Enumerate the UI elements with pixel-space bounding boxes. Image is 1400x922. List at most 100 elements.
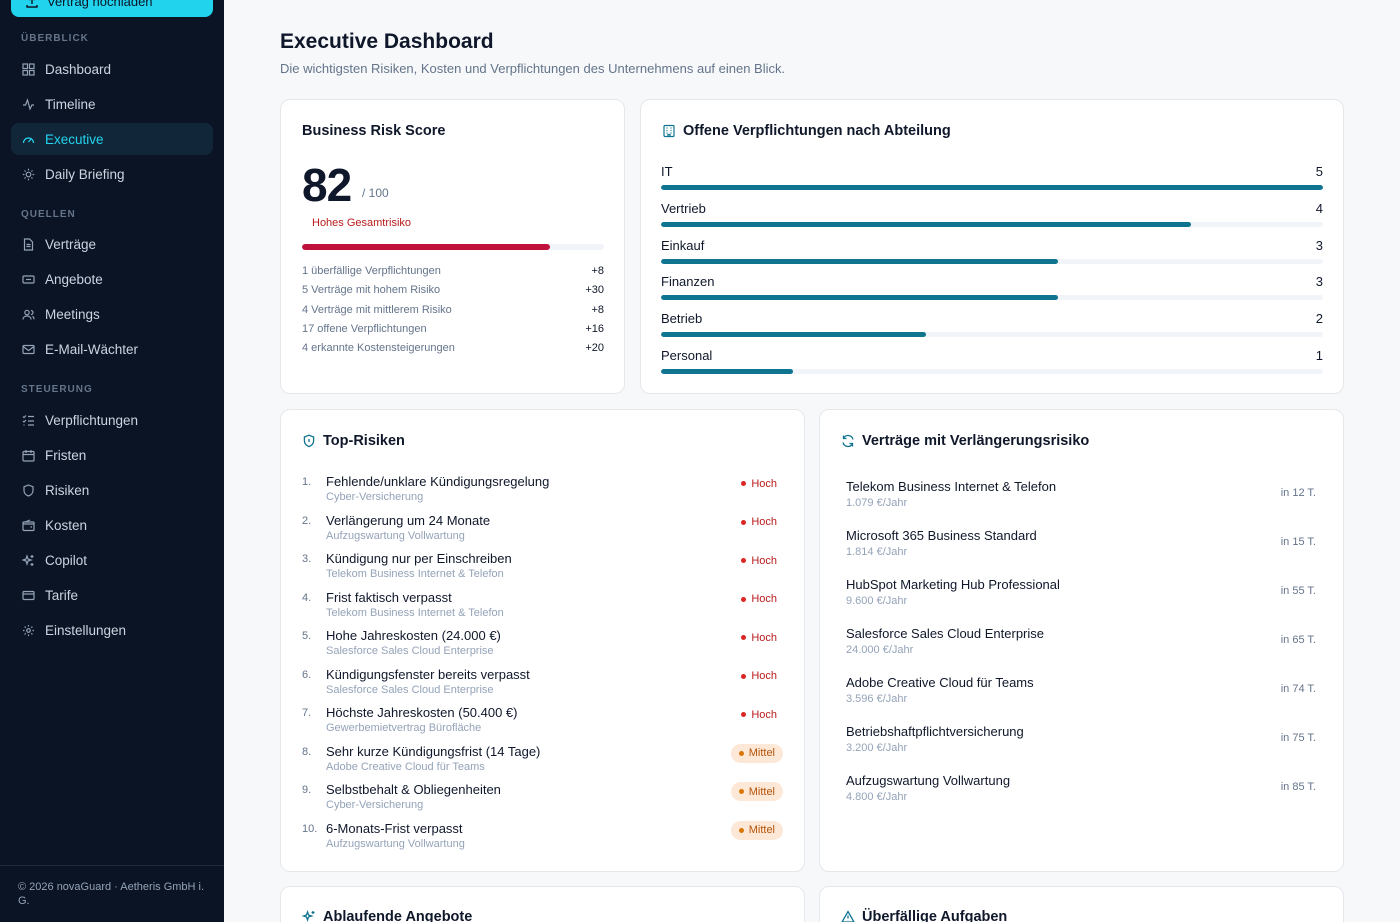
renewal-list-item[interactable]: Microsoft 365 Business Standard 1.814 €/J… bbox=[846, 528, 1316, 564]
sidebar-item-dashboard[interactable]: Dashboard bbox=[11, 53, 213, 85]
sidebar-item-angebote[interactable]: Angebote bbox=[11, 263, 213, 295]
risk-factor-value: +20 bbox=[585, 342, 604, 355]
renewal-list-item[interactable]: Adobe Creative Cloud für Teams 3.596 €/Ja… bbox=[846, 675, 1316, 711]
risk-factor-value: +16 bbox=[585, 322, 604, 335]
risk-list-item[interactable]: 9. Selbstbehalt & Obliegenheiten Cyber-Ver… bbox=[302, 782, 783, 816]
top-risks-title: Top-Risiken bbox=[323, 433, 405, 449]
renewal-list-item[interactable]: Salesforce Sales Cloud Enterprise 24.000 … bbox=[846, 626, 1316, 662]
department-bar-fill bbox=[661, 332, 926, 338]
risk-list-item[interactable]: 8. Sehr kurze Kündigungsfrist (14 Tage) Ad… bbox=[302, 743, 783, 778]
risk-contract: Telekom Business Internet & Telefon bbox=[326, 606, 504, 619]
department-header: Finanzen 3 bbox=[661, 274, 1323, 289]
department-bar bbox=[661, 369, 1323, 374]
renewal-list-item[interactable]: HubSpot Marketing Hub Professional 9.600 … bbox=[846, 577, 1316, 613]
severity-label: Hoch bbox=[751, 670, 777, 682]
sidebar-item-timeline[interactable]: Timeline bbox=[11, 88, 213, 120]
risk-list-item[interactable]: 6. Kündigungsfenster bereits verpasst Sale… bbox=[302, 666, 785, 701]
department-bar bbox=[661, 221, 1323, 227]
page-title: Executive Dashboard bbox=[280, 30, 494, 53]
risk-contract: Aufzugswartung Vollwartung bbox=[326, 837, 465, 850]
risk-contract: Gewerbemietvertrag Bürofläche bbox=[326, 722, 482, 734]
sidebar-item-meetings[interactable]: Meetings bbox=[11, 298, 213, 330]
expiring-offers-title: Ablaufende Angebote bbox=[323, 909, 473, 922]
sidebar-item-email-waechter[interactable]: E-Mail-Wächter bbox=[11, 333, 213, 365]
risk-score-value: 82 bbox=[302, 159, 352, 211]
department-row: IT 5 bbox=[661, 164, 1323, 190]
department-header: IT 5 bbox=[661, 164, 1323, 179]
severity-label: Mittel bbox=[748, 785, 775, 798]
overdue-tasks-title: Überfällige Aufgaben bbox=[862, 909, 1008, 922]
risk-list-item[interactable]: 7. Höchste Jahreskosten (50.400 €) Gewerbe… bbox=[302, 705, 785, 739]
renewal-list-item[interactable]: Aufzugswartung Vollwartung 4.800 €/Jahr in… bbox=[846, 773, 1316, 809]
department-bar-fill bbox=[661, 369, 794, 374]
sidebar-item-label: Meetings bbox=[45, 306, 100, 322]
upload-contract-button[interactable]: Vertrag hochladen bbox=[11, 0, 213, 17]
risk-factor-row: 17 offene Verpflichtungen +16 bbox=[302, 323, 604, 335]
sidebar: Vertrag hochladen ÜBERBLICK Dashboard Ti… bbox=[0, 0, 224, 922]
risk-list-item[interactable]: 4. Frist faktisch verpasst Telekom Busines… bbox=[302, 589, 785, 624]
department-header: Einkauf 3 bbox=[661, 238, 1323, 253]
contract-annual-cost: 1.814 €/Jahr bbox=[846, 546, 908, 558]
shield-icon bbox=[302, 434, 316, 448]
department-name: Vertrieb bbox=[661, 200, 706, 216]
risk-rank: 9. bbox=[302, 784, 312, 796]
departments-card: Offene Verpflichtungen nach Abteilung IT… bbox=[640, 99, 1344, 394]
severity-badge: Mittel bbox=[730, 743, 783, 763]
upload-label: Vertrag hochladen bbox=[47, 0, 153, 9]
severity-label: Hoch bbox=[751, 708, 777, 721]
sidebar-item-risiken[interactable]: Risiken bbox=[11, 474, 213, 506]
severity-dot bbox=[741, 712, 747, 717]
risk-title: Höchste Jahreskosten (50.400 €) bbox=[326, 705, 518, 720]
renewal-list-item[interactable]: Betriebshaftpflichtversicherung 3.200 €/J… bbox=[846, 724, 1316, 760]
sidebar-item-fristen[interactable]: Fristen bbox=[11, 439, 213, 471]
sidebar-item-copilot[interactable]: Copilot bbox=[11, 544, 213, 576]
risk-factor-row: 1 überfällige Verpflichtungen +8 bbox=[302, 265, 604, 277]
contract-annual-cost: 3.596 €/Jahr bbox=[846, 693, 908, 705]
credit-card-icon bbox=[21, 588, 35, 602]
list-checks-icon bbox=[21, 413, 35, 427]
sidebar-item-label: Copilot bbox=[45, 552, 88, 568]
risk-score-bar-fill bbox=[302, 244, 550, 250]
sidebar-item-daily-briefing[interactable]: Daily Briefing bbox=[11, 158, 213, 190]
risk-list-item[interactable]: 1. Fehlende/unklare Kündigungsregelung Cyb… bbox=[302, 474, 785, 508]
contract-name: Microsoft 365 Business Standard bbox=[846, 528, 1037, 543]
days-until-renewal: in 55 T. bbox=[1280, 585, 1316, 597]
risk-list-item[interactable]: 10. 6-Monats-Frist verpasst Aufzugswartung… bbox=[302, 820, 783, 855]
sidebar-item-einstellungen[interactable]: Einstellungen bbox=[11, 614, 213, 646]
risk-list-item[interactable]: 2. Verlängerung um 24 Monate Aufzugswartun… bbox=[302, 512, 785, 547]
risk-list-item[interactable]: 3. Kündigung nur per Einschreiben Telekom … bbox=[302, 551, 785, 585]
risk-contract: Cyber-Versicherung bbox=[326, 491, 424, 503]
sidebar-item-tarife[interactable]: Tarife bbox=[11, 579, 213, 611]
risk-score-title: Business Risk Score bbox=[302, 123, 446, 139]
risk-factor-label: 1 überfällige Verpflichtungen bbox=[302, 265, 441, 277]
risk-list-item[interactable]: 5. Hohe Jahreskosten (24.000 €) Salesforce… bbox=[302, 628, 785, 662]
sidebar-item-label: Verträge bbox=[45, 236, 97, 252]
contract-name: Adobe Creative Cloud für Teams bbox=[846, 675, 1034, 690]
sidebar-item-verpflichtungen[interactable]: Verpflichtungen bbox=[11, 404, 213, 436]
department-bar-fill bbox=[661, 221, 1191, 227]
section-label-quellen: QUELLEN bbox=[21, 209, 76, 220]
department-name: Finanzen bbox=[661, 274, 715, 290]
days-until-renewal: in 74 T. bbox=[1280, 683, 1316, 695]
page-subtitle: Die wichtigsten Risiken, Kosten und Verp… bbox=[280, 61, 786, 76]
risk-score-max: / 100 bbox=[362, 186, 389, 200]
severity-dot bbox=[741, 519, 747, 525]
overdue-tasks-card: Überfällige Aufgaben bbox=[819, 886, 1344, 922]
risk-score-bar bbox=[302, 244, 604, 250]
department-row: Einkauf 3 bbox=[661, 238, 1323, 264]
sidebar-item-label: Risiken bbox=[45, 482, 90, 498]
risk-contract: Aufzugswartung Vollwartung bbox=[326, 529, 465, 542]
sidebar-item-executive[interactable]: Executive bbox=[11, 123, 213, 155]
renewal-list-item[interactable]: Telekom Business Internet & Telefon 1.079… bbox=[846, 479, 1316, 515]
contract-name: HubSpot Marketing Hub Professional bbox=[846, 577, 1060, 592]
severity-badge: Hoch bbox=[733, 628, 785, 647]
severity-dot bbox=[738, 750, 744, 756]
section-label-ueberblick: ÜBERBLICK bbox=[21, 33, 89, 44]
sidebar-item-kosten[interactable]: Kosten bbox=[11, 509, 213, 541]
department-row: Betrieb 2 bbox=[661, 311, 1323, 338]
severity-dot bbox=[741, 481, 747, 486]
risk-title: Kündigung nur per Einschreiben bbox=[326, 551, 512, 566]
severity-badge: Mittel bbox=[730, 782, 783, 801]
sidebar-item-vertraege[interactable]: Verträge bbox=[11, 228, 213, 260]
risk-contract: Cyber-Versicherung bbox=[326, 799, 424, 811]
